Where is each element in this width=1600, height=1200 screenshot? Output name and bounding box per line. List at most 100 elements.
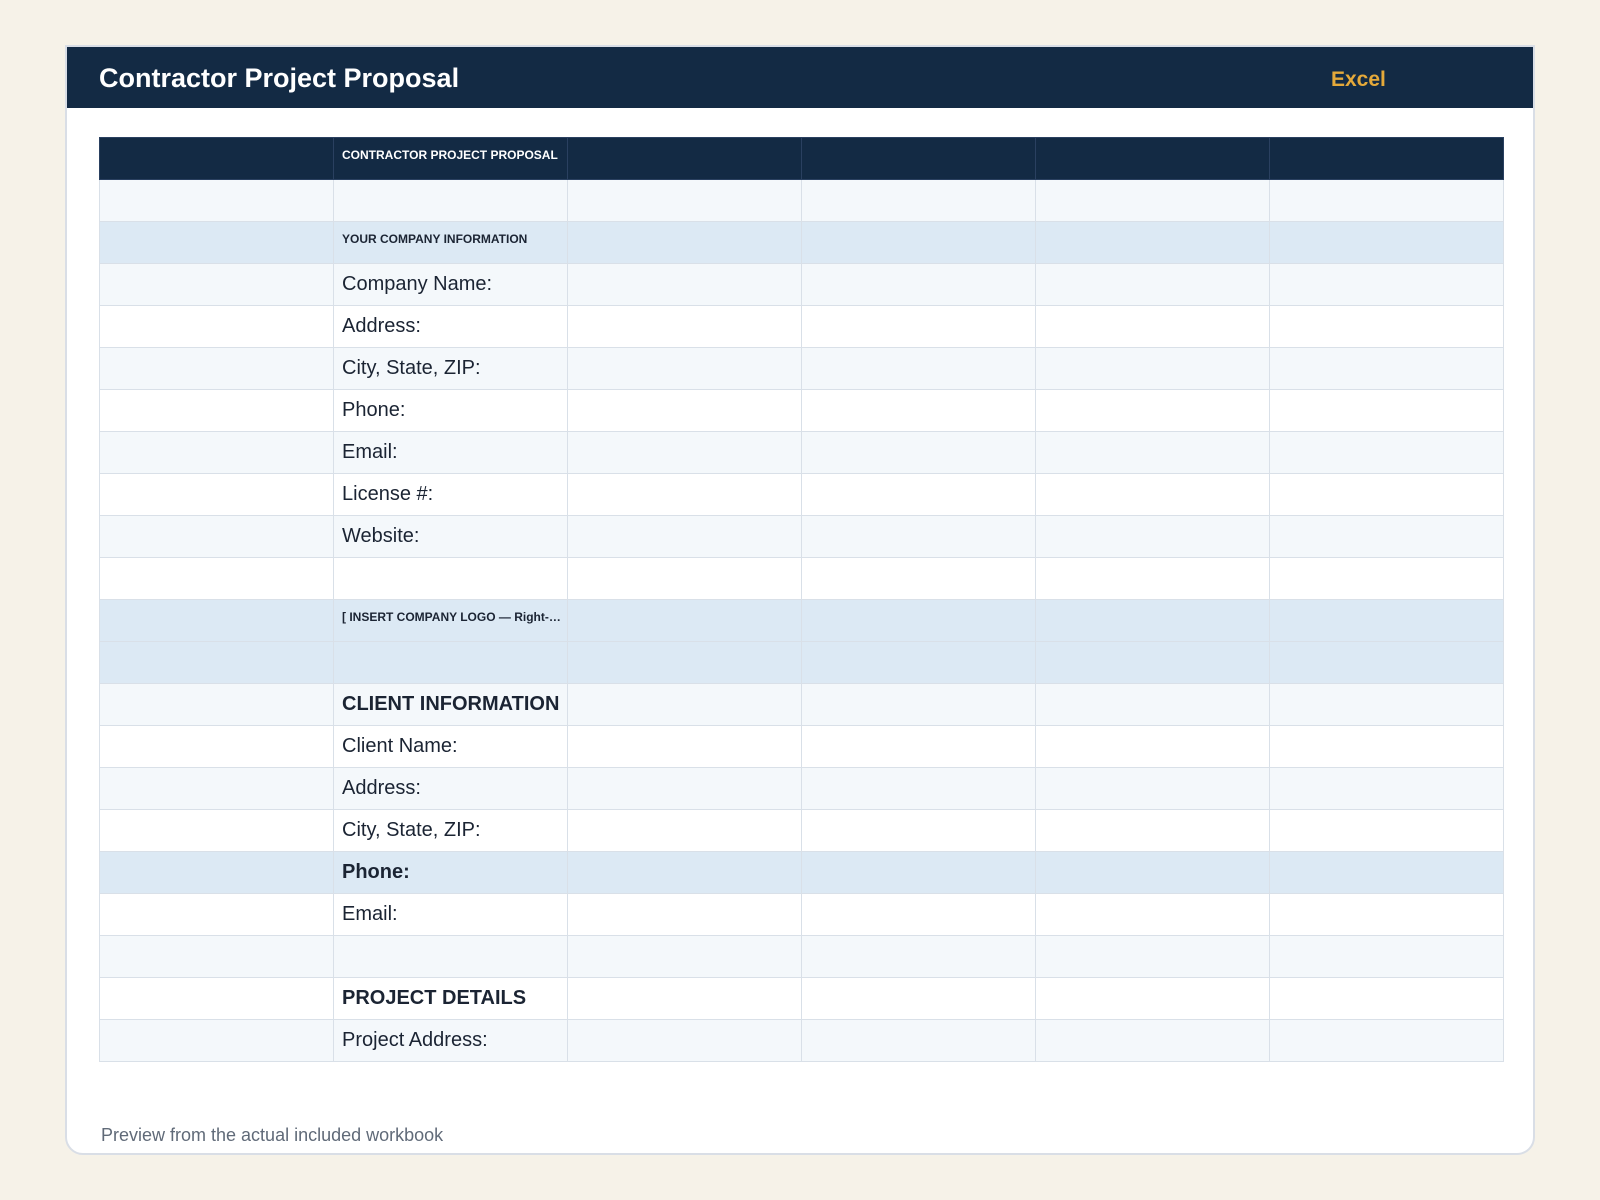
cell[interactable]: [801, 809, 1036, 852]
cell[interactable]: [801, 473, 1036, 516]
cell[interactable]: [567, 935, 802, 978]
field-label[interactable]: Project Address:: [333, 1019, 568, 1062]
cell[interactable]: [99, 389, 334, 432]
cell[interactable]: [567, 683, 802, 726]
field-label[interactable]: Phone:: [333, 851, 568, 894]
cell[interactable]: [567, 977, 802, 1020]
cell[interactable]: [1035, 431, 1270, 474]
cell[interactable]: [1035, 221, 1270, 264]
cell[interactable]: [567, 1019, 802, 1062]
cell[interactable]: [1269, 347, 1504, 390]
cell[interactable]: [99, 683, 334, 726]
cell[interactable]: [1269, 851, 1504, 894]
cell[interactable]: [333, 641, 568, 684]
cell[interactable]: [801, 263, 1036, 306]
cell[interactable]: [1269, 431, 1504, 474]
cell[interactable]: [1035, 641, 1270, 684]
cell[interactable]: [99, 179, 334, 222]
cell[interactable]: [1269, 893, 1504, 936]
cell[interactable]: [99, 977, 334, 1020]
cell[interactable]: [99, 851, 334, 894]
field-label[interactable]: City, State, ZIP:: [333, 347, 568, 390]
cell[interactable]: [1035, 851, 1270, 894]
cell[interactable]: [1269, 305, 1504, 348]
cell[interactable]: [567, 305, 802, 348]
cell[interactable]: [333, 935, 568, 978]
cell[interactable]: [567, 557, 802, 600]
cell[interactable]: [567, 473, 802, 516]
cell[interactable]: [567, 809, 802, 852]
field-label[interactable]: Client Name:: [333, 725, 568, 768]
cell[interactable]: [1035, 767, 1270, 810]
cell[interactable]: [801, 599, 1036, 642]
logo-placeholder-cell[interactable]: [ INSERT COMPANY LOGO — Right-cl...: [333, 599, 568, 642]
cell[interactable]: [1269, 641, 1504, 684]
cell[interactable]: [801, 851, 1036, 894]
cell[interactable]: [99, 767, 334, 810]
cell[interactable]: [1269, 389, 1504, 432]
cell[interactable]: [801, 977, 1036, 1020]
cell[interactable]: [801, 137, 1036, 180]
cell[interactable]: [99, 305, 334, 348]
cell[interactable]: [801, 641, 1036, 684]
cell[interactable]: [567, 221, 802, 264]
field-label[interactable]: Address:: [333, 305, 568, 348]
cell[interactable]: [1269, 977, 1504, 1020]
cell[interactable]: [1269, 809, 1504, 852]
cell[interactable]: [1269, 935, 1504, 978]
cell[interactable]: [99, 1019, 334, 1062]
cell[interactable]: [99, 809, 334, 852]
cell[interactable]: [1269, 137, 1504, 180]
cell[interactable]: [801, 305, 1036, 348]
cell[interactable]: [1269, 599, 1504, 642]
cell[interactable]: [99, 347, 334, 390]
cell[interactable]: [1035, 1019, 1270, 1062]
cell[interactable]: [1269, 263, 1504, 306]
cell[interactable]: [1035, 893, 1270, 936]
cell[interactable]: [567, 515, 802, 558]
field-label[interactable]: Phone:: [333, 389, 568, 432]
cell[interactable]: [1269, 1019, 1504, 1062]
cell[interactable]: [1035, 935, 1270, 978]
cell[interactable]: [1269, 179, 1504, 222]
cell[interactable]: [1035, 599, 1270, 642]
cell[interactable]: [801, 179, 1036, 222]
cell[interactable]: [333, 179, 568, 222]
cell[interactable]: [567, 641, 802, 684]
field-label[interactable]: Website:: [333, 515, 568, 558]
sheet-title-cell[interactable]: CONTRACTOR PROJECT PROPOSAL: [333, 137, 568, 180]
field-label[interactable]: City, State, ZIP:: [333, 809, 568, 852]
cell[interactable]: [801, 347, 1036, 390]
cell[interactable]: [1035, 179, 1270, 222]
cell[interactable]: [99, 473, 334, 516]
project-section-label[interactable]: PROJECT DETAILS: [333, 977, 568, 1020]
cell[interactable]: [99, 599, 334, 642]
cell[interactable]: [567, 347, 802, 390]
cell[interactable]: [801, 683, 1036, 726]
cell[interactable]: [567, 725, 802, 768]
cell[interactable]: [567, 893, 802, 936]
cell[interactable]: [99, 515, 334, 558]
cell[interactable]: [1035, 263, 1270, 306]
company-section-label[interactable]: YOUR COMPANY INFORMATION: [333, 221, 568, 264]
field-label[interactable]: Email:: [333, 893, 568, 936]
cell[interactable]: [99, 221, 334, 264]
cell[interactable]: [567, 263, 802, 306]
cell[interactable]: [567, 851, 802, 894]
cell[interactable]: [1269, 221, 1504, 264]
cell[interactable]: [1035, 683, 1270, 726]
cell[interactable]: [333, 557, 568, 600]
cell[interactable]: [1035, 557, 1270, 600]
cell[interactable]: [99, 557, 334, 600]
cell[interactable]: [1035, 389, 1270, 432]
client-section-label[interactable]: CLIENT INFORMATION: [333, 683, 568, 726]
cell[interactable]: [801, 935, 1036, 978]
cell[interactable]: [99, 137, 334, 180]
cell[interactable]: [1269, 725, 1504, 768]
cell[interactable]: [1035, 977, 1270, 1020]
cell[interactable]: [1035, 347, 1270, 390]
field-label[interactable]: Company Name:: [333, 263, 568, 306]
cell[interactable]: [99, 641, 334, 684]
cell[interactable]: [99, 263, 334, 306]
cell[interactable]: [1035, 137, 1270, 180]
